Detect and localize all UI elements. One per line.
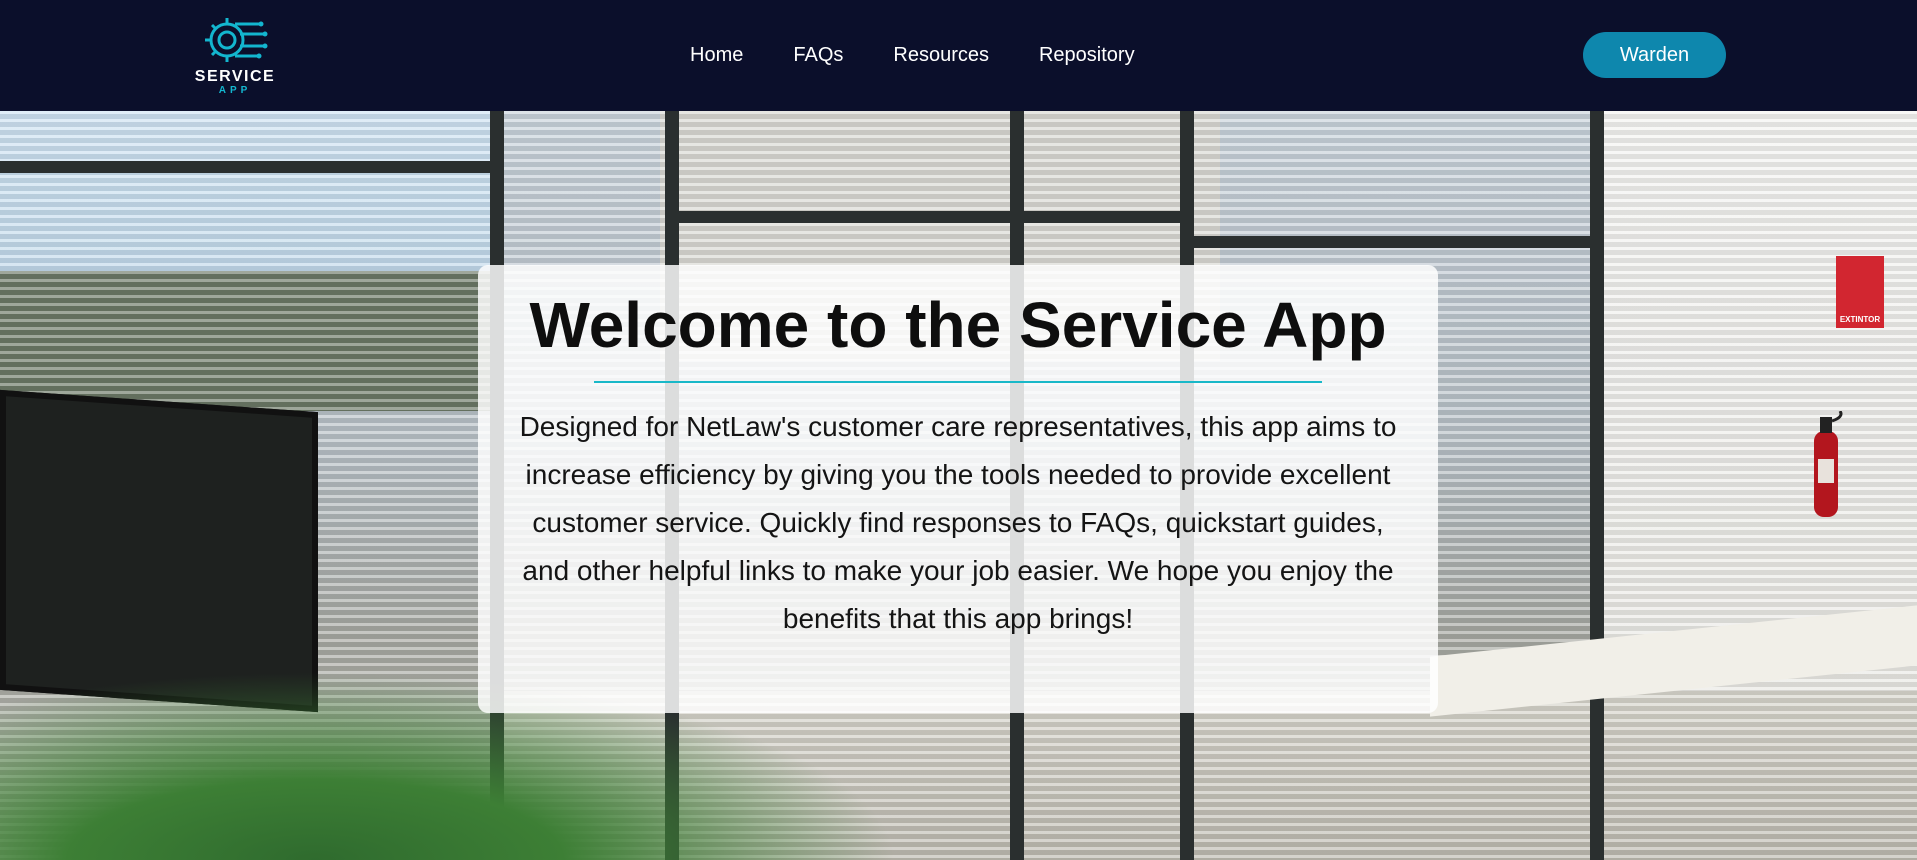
window-mullion (1590, 111, 1604, 860)
window-transom (1185, 236, 1595, 248)
gear-circuit-icon (205, 18, 268, 62)
brand-logo[interactable]: SERVICE APP (190, 10, 280, 98)
wall-tv (0, 389, 318, 713)
fire-extinguisher-sign: EXTINTOR (1836, 256, 1884, 328)
warden-button[interactable]: Warden (1583, 32, 1726, 78)
welcome-description: Designed for NetLaw's customer care repr… (519, 411, 1397, 634)
fire-extinguisher-icon (1814, 411, 1843, 517)
page-title: Welcome to the Service App (529, 289, 1387, 361)
main-nav: Home FAQs Resources Repository (690, 40, 1185, 70)
nav-link-faqs[interactable]: FAQs (793, 40, 843, 70)
window-transom (0, 161, 500, 173)
brand-subtitle: APP (218, 85, 252, 96)
welcome-card: Welcome to the Service App Designed for … (478, 265, 1438, 713)
top-navbar: SERVICE APP Home FAQs Resources Reposito… (0, 0, 1917, 111)
nav-link-resources[interactable]: Resources (893, 40, 989, 70)
sign-text: EXTINTOR (1839, 315, 1881, 324)
nav-link-repository[interactable]: Repository (1039, 40, 1135, 70)
brand-name: SERVICE (194, 68, 276, 85)
window-transom (670, 211, 1190, 223)
nav-link-home[interactable]: Home (690, 40, 743, 70)
title-divider (594, 381, 1322, 383)
